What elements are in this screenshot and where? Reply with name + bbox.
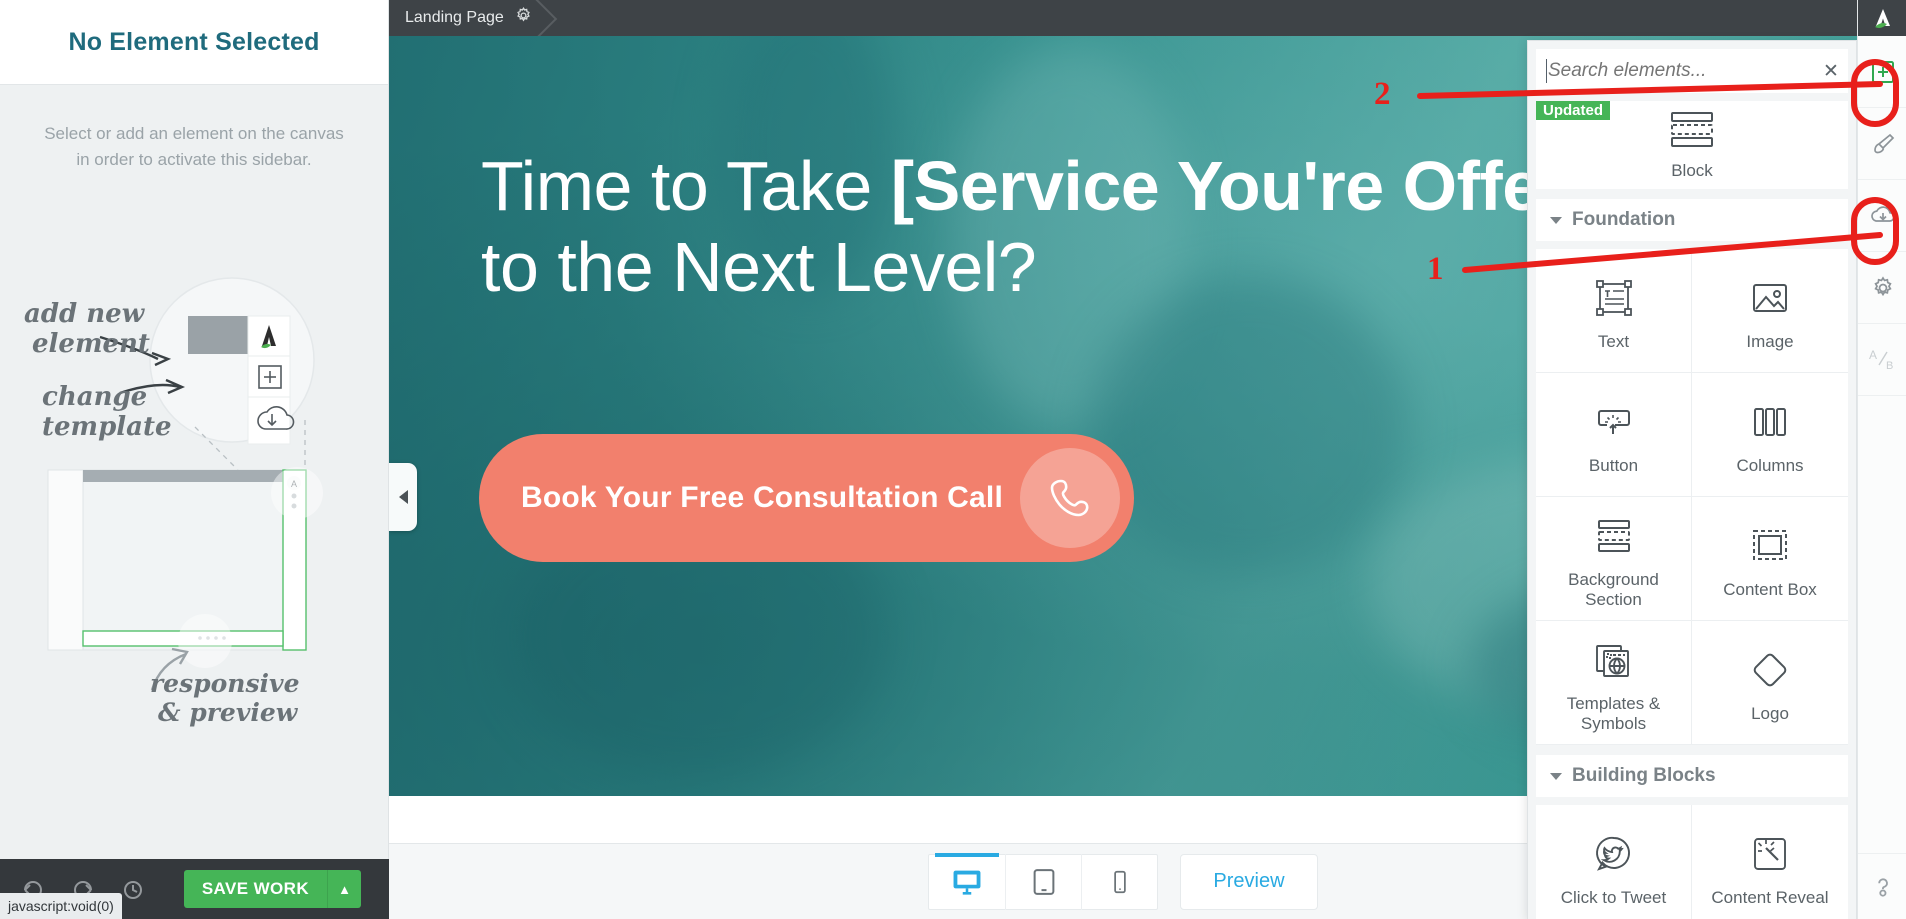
change-template-button[interactable] (1858, 180, 1906, 252)
image-icon (1747, 270, 1793, 326)
sidebar-illustration: A add new element change template respon… (0, 225, 389, 795)
save-work-button[interactable]: SAVE WORK ▲ (183, 870, 361, 908)
close-icon[interactable]: ✕ (1814, 60, 1848, 83)
add-element-button[interactable] (1858, 36, 1906, 108)
device-mobile-button[interactable] (1081, 853, 1157, 910)
element-card-click-to-tweet[interactable]: Click to Tweet (1536, 805, 1692, 919)
text-icon (1591, 270, 1637, 326)
element-card-button[interactable]: Button (1536, 373, 1692, 497)
top-bar: Landing Page (389, 0, 1857, 36)
chevron-down-icon (1550, 216, 1562, 224)
templates-symbols-icon (1591, 632, 1637, 688)
right-icon-rail: A B (1857, 0, 1906, 919)
section-header-building-blocks[interactable]: Building Blocks (1536, 755, 1848, 797)
sidebar-help-text: Select or add an element on the canvas i… (0, 85, 388, 172)
element-card-text[interactable]: Text (1536, 249, 1692, 373)
columns-icon (1747, 394, 1793, 450)
thrive-logo-icon[interactable] (1858, 0, 1906, 36)
ab-test-button[interactable]: A B (1858, 324, 1906, 396)
cta-button-label: Book Your Free Consultation Call (521, 481, 1004, 514)
left-sidebar: No Element Selected Select or add an ele… (0, 0, 389, 919)
status-badge: Updated (1536, 101, 1610, 120)
chevron-up-icon[interactable]: ▲ (327, 870, 361, 908)
block-icon (1666, 110, 1718, 155)
illustration-label-add-new: add new (24, 299, 145, 329)
svg-text:A: A (1869, 348, 1877, 362)
section-header-foundation[interactable]: Foundation (1536, 199, 1848, 241)
page-title: No Element Selected (68, 27, 320, 56)
element-card-logo[interactable]: Logo (1692, 621, 1848, 745)
building-blocks-grid[interactable]: Click to Tweet Content Reveal (1536, 805, 1848, 919)
element-label-content-box: Content Box (1723, 579, 1817, 599)
headline-light-part: Time to Take (481, 147, 891, 225)
element-card-content-box[interactable]: Content Box (1692, 497, 1848, 621)
status-bar-url: javascript:void(0) (0, 893, 122, 919)
elements-panel[interactable]: ✕ Updated Block Foundation (1527, 40, 1857, 919)
element-label-block: Block (1671, 160, 1713, 180)
style-brush-button[interactable] (1858, 108, 1906, 180)
chevron-down-icon (1550, 772, 1562, 780)
element-label-background-section: Background Section (1568, 570, 1659, 609)
element-label-click-to-tweet: Click to Tweet (1560, 887, 1667, 907)
preview-button[interactable]: Preview (1180, 853, 1318, 910)
cta-button[interactable]: Book Your Free Consultation Call (479, 434, 1134, 562)
illustration-label-template: template (42, 411, 172, 442)
breadcrumb-separator (535, 0, 569, 36)
element-card-block[interactable]: Updated Block (1536, 101, 1848, 189)
phone-icon (1020, 448, 1120, 548)
gear-icon[interactable] (514, 6, 533, 30)
foundation-grid[interactable]: Text Image Button Columns Background Sec… (1536, 249, 1848, 745)
elements-panel-scroll[interactable]: Updated Block Foundation Text Image Butt… (1528, 93, 1856, 919)
content-box-icon (1747, 518, 1793, 574)
breadcrumb[interactable]: Landing Page (405, 0, 533, 36)
sidebar-header: No Element Selected (0, 0, 388, 85)
illustration-label-preview: & preview (158, 697, 298, 727)
element-card-columns[interactable]: Columns (1692, 373, 1848, 497)
svg-text:B: B (1886, 360, 1893, 372)
illustration-label-change: change (42, 382, 148, 412)
text-cursor (1546, 59, 1547, 83)
canvas-collapse-toggle[interactable] (389, 463, 417, 531)
element-card-image[interactable]: Image (1692, 249, 1848, 373)
save-work-label: SAVE WORK (201, 879, 309, 898)
device-switcher (928, 852, 1159, 910)
illustration-label-element: element (32, 328, 150, 359)
magic-wand-icon (1747, 826, 1793, 882)
sidebar-help-paragraph: Select or add an element on the canvas i… (44, 124, 344, 169)
button-icon (1591, 394, 1637, 450)
chevron-left-icon (398, 490, 408, 504)
device-desktop-button[interactable] (929, 852, 1005, 910)
twitter-icon (1591, 826, 1637, 882)
section-title-building-blocks: Building Blocks (1572, 765, 1716, 786)
element-label-columns: Columns (1736, 455, 1804, 475)
element-label-templates-symbols: Templates & Symbols (1566, 694, 1661, 733)
element-label-button: Button (1588, 455, 1639, 475)
search-input[interactable] (1536, 60, 1814, 82)
device-tablet-button[interactable] (1005, 853, 1081, 910)
headline-bold-part: [Service You're Offe (890, 147, 1541, 225)
element-label-logo: Logo (1751, 703, 1789, 723)
element-label-text: Text (1597, 331, 1630, 351)
element-label-content-reveal: Content Reveal (1711, 887, 1829, 907)
element-label-image: Image (1746, 331, 1794, 351)
search-row[interactable]: ✕ (1536, 49, 1848, 93)
element-card-content-reveal[interactable]: Content Reveal (1692, 805, 1848, 919)
element-card-background-section[interactable]: Background Section (1536, 497, 1692, 621)
logo-icon (1747, 642, 1793, 698)
section-title-foundation: Foundation (1572, 209, 1676, 230)
background-section-icon (1591, 508, 1637, 564)
element-card-templates-symbols[interactable]: Templates & Symbols (1536, 621, 1692, 745)
illustration-label-responsive: responsive (150, 669, 300, 698)
settings-button[interactable] (1858, 252, 1906, 324)
help-button[interactable] (1858, 853, 1906, 919)
breadcrumb-label: Landing Page (405, 9, 504, 26)
preview-button-label: Preview (1213, 870, 1285, 892)
